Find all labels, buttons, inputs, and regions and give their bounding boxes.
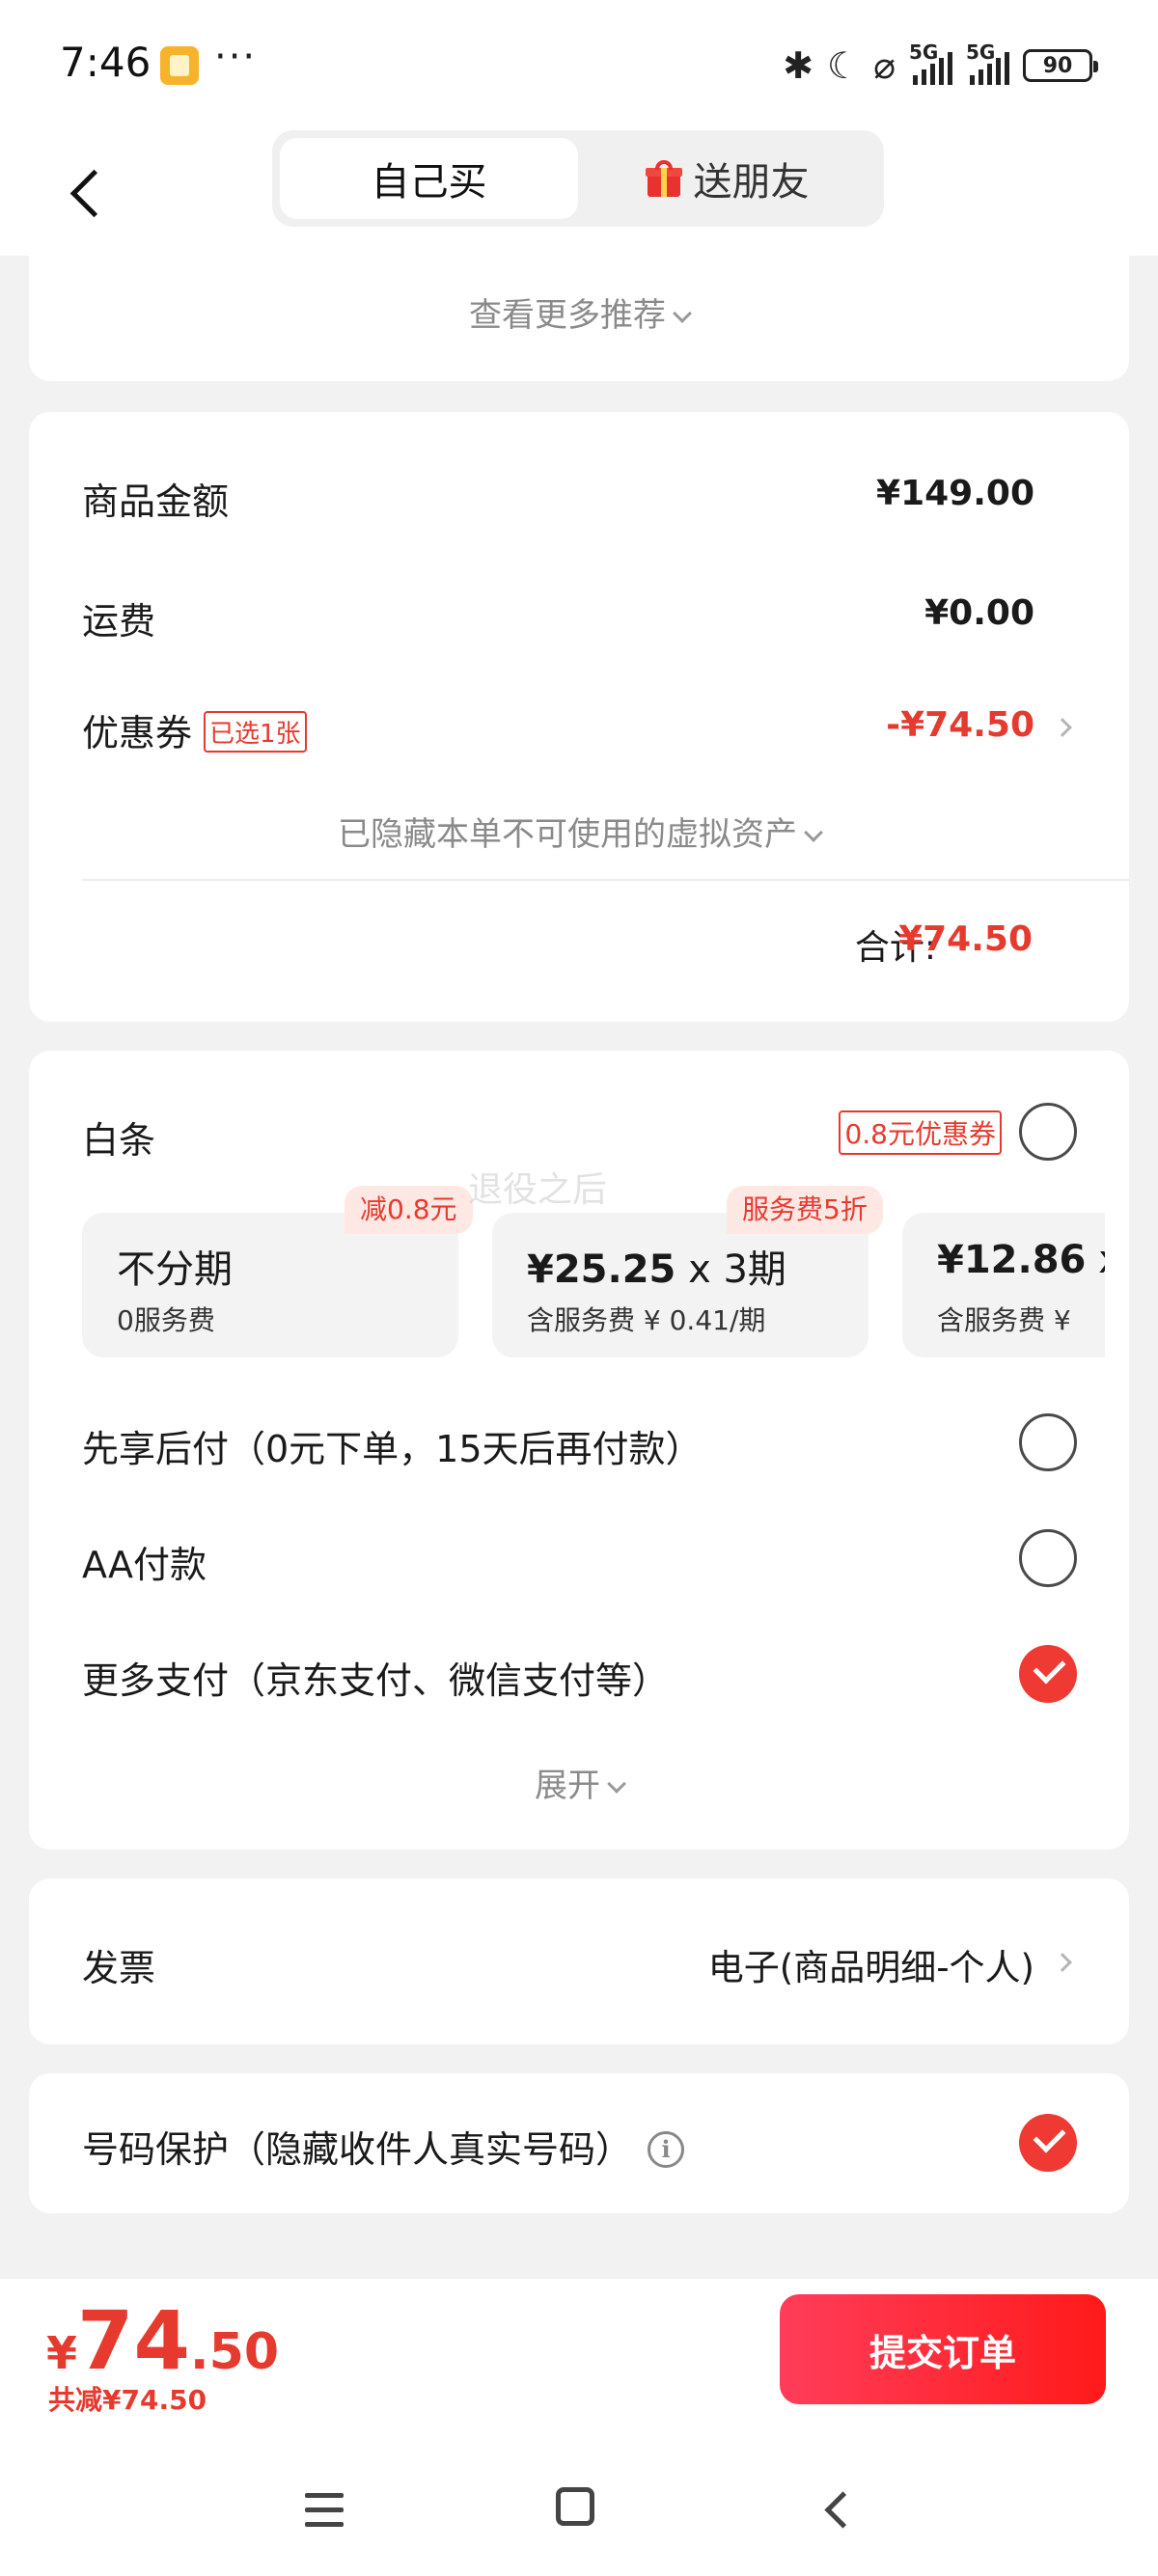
watermark-text: 退役之后	[468, 1170, 608, 1210]
total-value: ¥74.50	[898, 919, 1033, 959]
baitiao-label: 白条	[82, 1119, 156, 1162]
signal-icon-sim1: 5G	[909, 41, 952, 85]
pay-amount: ¥74.50	[46, 2293, 280, 2388]
more-pay-radio-checked[interactable]	[1019, 1645, 1077, 1703]
vibrate-off-icon: ⌀	[873, 44, 896, 87]
status-bar: 7:46 ··· ✱ ☾ ⌀ 5G 5G 90	[0, 0, 1158, 130]
aa-pay-radio[interactable]	[1019, 1529, 1077, 1587]
status-icons: ✱ ☾ ⌀ 5G 5G 90	[783, 41, 1098, 89]
checkout-bar: ¥74.50 共减¥74.50 提交订单	[0, 2279, 1158, 2576]
chevron-down-icon	[804, 823, 823, 842]
invoice-label: 发票	[82, 1947, 156, 1989]
gift-icon	[645, 160, 682, 197]
installment-options: 不分期 0服务费 减0.8元 ¥25.25 x 3期 含服务费 ¥ 0.41/期…	[82, 1186, 1105, 1359]
privacy-card: 号码保护（隐藏收件人真实号码） i	[29, 2073, 1129, 2213]
moon-icon: ☾	[827, 44, 861, 87]
baitiao-coupon-badge[interactable]: 0.8元优惠券	[839, 1110, 1002, 1155]
status-time: 7:46	[60, 39, 152, 86]
payment-card: 白条 0.8元优惠券 不分期 0服务费 减0.8元 ¥25.25 x 3期 含服…	[29, 1051, 1129, 1850]
privacy-label: 号码保护（隐藏收件人真实号码）	[82, 2128, 633, 2171]
installment-option-none[interactable]: 不分期 0服务费	[82, 1213, 458, 1357]
more-notifications-icon: ···	[214, 35, 258, 79]
bluetooth-icon: ✱	[783, 44, 814, 87]
see-more-recommend-link[interactable]: 查看更多推荐	[29, 288, 1129, 336]
goods-amount-value: ¥149.00	[876, 474, 1034, 513]
battery-icon: 90	[1023, 49, 1098, 82]
divider	[82, 879, 1129, 881]
installment-badge-discount: 减0.8元	[345, 1186, 473, 1234]
tab-send-to-friend[interactable]: 送朋友	[578, 138, 876, 219]
shipping-label: 运费	[82, 600, 156, 643]
home-icon[interactable]	[556, 2487, 594, 2526]
price-summary-card: 商品金额 ¥149.00 运费 ¥0.00 优惠券 已选1张 -¥74.50 已隐…	[29, 412, 1129, 1022]
system-navigation-bar	[0, 2472, 1158, 2549]
hidden-assets-toggle[interactable]: 已隐藏本单不可使用的虚拟资产	[29, 808, 1129, 855]
shipping-value: ¥0.00	[924, 593, 1034, 633]
baitiao-radio[interactable]	[1019, 1103, 1077, 1161]
recommend-card: 查看更多推荐	[29, 256, 1129, 381]
chevron-right-icon	[1053, 718, 1072, 737]
header-nav: 自己买 送朋友	[0, 130, 1158, 256]
installment-option-6[interactable]: ¥12.86 x 含服务费 ¥	[902, 1213, 1105, 1357]
chevron-down-icon	[673, 304, 692, 323]
invoice-card[interactable]: 发票 电子(商品明细-个人)	[29, 1878, 1129, 2044]
submit-order-button[interactable]: 提交订单	[780, 2294, 1106, 2404]
tab-buy-for-self[interactable]: 自己买	[280, 138, 578, 219]
signal-icon-sim2: 5G	[966, 41, 1009, 85]
privacy-radio-checked[interactable]	[1019, 2114, 1077, 2172]
coupon-selected-badge: 已选1张	[204, 711, 307, 753]
pay-later-radio[interactable]	[1019, 1413, 1077, 1471]
chevron-down-icon	[607, 1774, 626, 1794]
expand-payments-toggle[interactable]: 展开	[29, 1759, 1129, 1806]
back-icon[interactable]	[64, 159, 112, 227]
total-saved: 共减¥74.50	[48, 2384, 207, 2416]
system-back-icon[interactable]	[818, 2491, 857, 2530]
goods-amount-label: 商品金额	[82, 480, 230, 523]
info-icon[interactable]: i	[648, 2130, 685, 2168]
menu-icon[interactable]	[305, 2493, 344, 2528]
notification-app-icon	[160, 46, 199, 85]
purchase-mode-switch: 自己买 送朋友	[272, 130, 884, 227]
installment-badge-fee-half: 服务费5折	[727, 1186, 883, 1234]
installment-option-3[interactable]: ¥25.25 x 3期 含服务费 ¥ 0.41/期	[492, 1213, 868, 1357]
coupon-value: -¥74.50	[886, 705, 1034, 745]
invoice-value: 电子(商品明细-个人)	[707, 1947, 1034, 1988]
coupon-label: 优惠券	[82, 712, 193, 754]
chevron-right-icon	[1053, 1953, 1072, 1972]
